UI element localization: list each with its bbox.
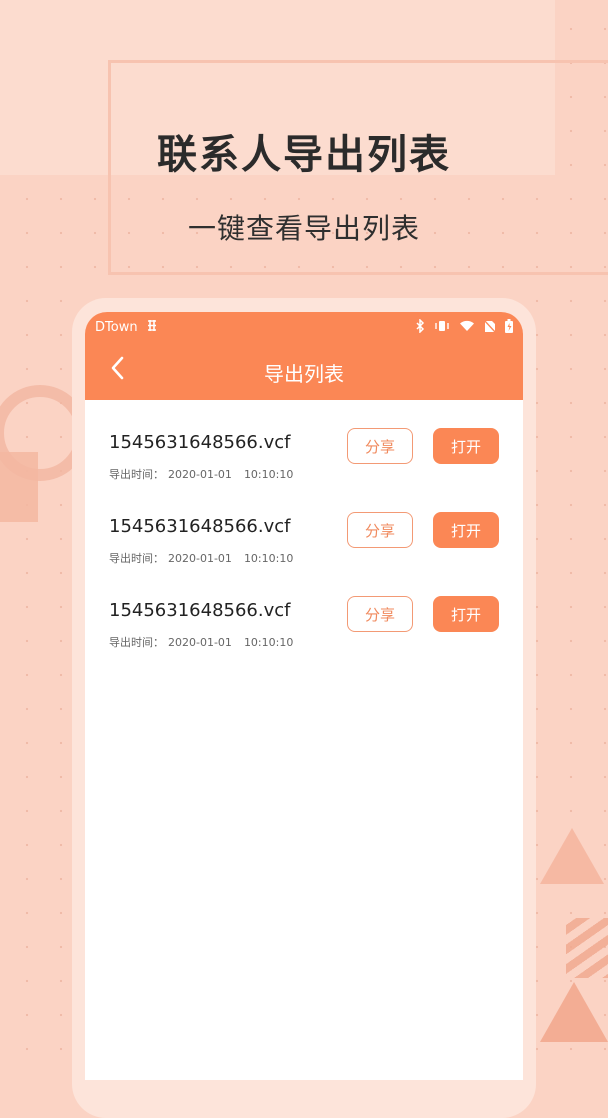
export-time-value: 10:10:10: [243, 552, 294, 565]
open-button[interactable]: 打开: [433, 428, 499, 464]
export-date: 2020-01-01: [168, 636, 232, 649]
bluetooth-icon: [416, 318, 425, 335]
page-title: 导出列表: [264, 362, 344, 386]
share-button[interactable]: 分享: [347, 512, 413, 548]
phone-screen: DTown 导出列表 1545631648566.vcf 导出时间： 2020-…: [85, 312, 523, 1080]
export-date: 2020-01-01: [168, 468, 232, 481]
nav-row: 导出列表: [85, 342, 523, 400]
share-button[interactable]: 分享: [347, 596, 413, 632]
export-time-label: 导出时间：: [109, 468, 164, 481]
battery-icon: [505, 319, 513, 335]
export-time: 导出时间： 2020-01-01 10:10:10: [109, 466, 293, 482]
open-button[interactable]: 打开: [433, 512, 499, 548]
file-name: 1545631648566.vcf: [109, 516, 291, 537]
status-carrier: DTown: [95, 319, 158, 336]
export-list: 1545631648566.vcf 导出时间： 2020-01-01 10:10:1…: [85, 400, 523, 672]
decorative-rect: [0, 452, 38, 522]
export-time-label: 导出时间：: [109, 552, 164, 565]
export-time-label: 导出时间：: [109, 636, 164, 649]
decorative-triangle: [540, 828, 604, 884]
open-button[interactable]: 打开: [433, 596, 499, 632]
export-time-value: 10:10:10: [243, 468, 294, 481]
export-time: 导出时间： 2020-01-01 10:10:10: [109, 634, 293, 650]
export-date: 2020-01-01: [168, 552, 232, 565]
hero-subtitle: 一键查看导出列表: [187, 212, 420, 245]
decorative-stripes: [566, 918, 608, 978]
export-time: 导出时间： 2020-01-01 10:10:10: [109, 550, 293, 566]
decorative-triangle: [540, 982, 608, 1042]
vibrate-icon: [434, 320, 450, 334]
file-name: 1545631648566.vcf: [109, 432, 291, 453]
file-name: 1545631648566.vcf: [109, 600, 291, 621]
wifi-icon: [459, 320, 475, 334]
app-bar: DTown 导出列表: [85, 312, 523, 400]
signal-grid-icon: [146, 319, 158, 336]
list-item: 1545631648566.vcf 导出时间： 2020-01-01 10:10:1…: [85, 588, 523, 672]
hero-title: 联系人导出列表: [157, 132, 451, 178]
no-sim-icon: [483, 319, 497, 335]
carrier-label: DTown: [95, 319, 138, 335]
status-icons: [416, 318, 513, 335]
list-item: 1545631648566.vcf 导出时间： 2020-01-01 10:10:1…: [85, 504, 523, 588]
share-button[interactable]: 分享: [347, 428, 413, 464]
export-time-value: 10:10:10: [243, 636, 294, 649]
list-item: 1545631648566.vcf 导出时间： 2020-01-01 10:10:1…: [85, 420, 523, 504]
status-bar: DTown: [85, 312, 523, 342]
